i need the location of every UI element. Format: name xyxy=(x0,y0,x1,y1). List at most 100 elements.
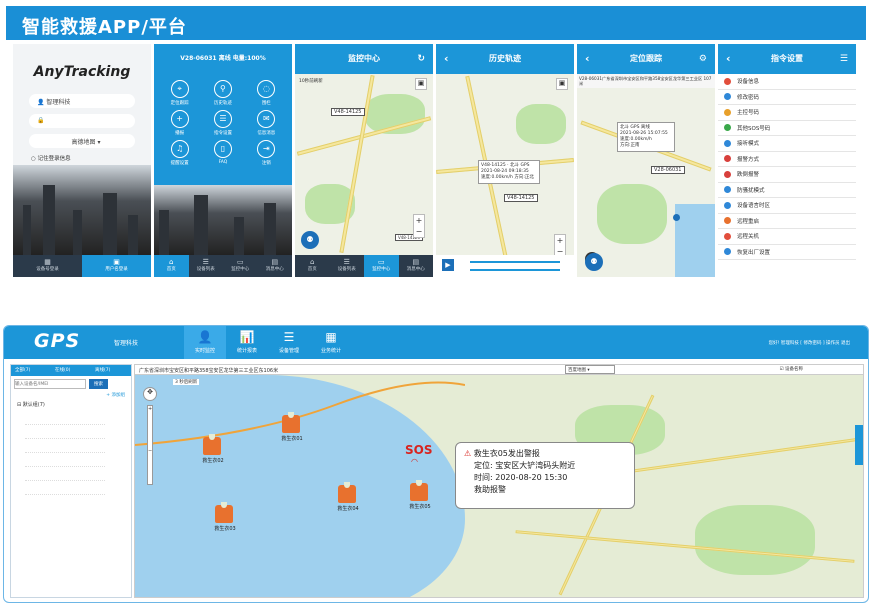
people-icon[interactable]: ⚉ xyxy=(301,231,319,249)
bottom-nav: ⌂ 首页 ☰ 设备列表 ▭ 监控中心 ▤ 消息中心 xyxy=(154,255,292,277)
tab-user-login[interactable]: ▣ 用户名登录 xyxy=(82,255,151,277)
list-item[interactable] xyxy=(25,481,105,495)
command-item[interactable]: 远程重启 xyxy=(718,213,856,229)
device-name-label: 设备名称 xyxy=(785,367,803,372)
monitor-map[interactable]: 10秒前刷新 V48-14125 V48-14125 + − ▣ ⚉ xyxy=(295,74,433,255)
command-item[interactable]: 接听模式 xyxy=(718,136,856,152)
command-item[interactable]: 远程关机 xyxy=(718,229,856,245)
back-icon[interactable]: ‹ xyxy=(444,44,449,74)
search-button[interactable]: 搜索 xyxy=(89,379,108,389)
remember-checkbox[interactable]: ○ 记住登录信息 xyxy=(31,154,133,162)
life-vest-marker-03[interactable]: 救生衣03 xyxy=(214,502,236,532)
map-select[interactable]: 高德地图 ▾ xyxy=(29,134,135,148)
tracking-map[interactable]: V28-06031广东省深圳市宝安区和平路358宝安区龙华第三工业区 107米 … xyxy=(577,74,715,277)
grid-item-fence[interactable]: ◌ 围栏 xyxy=(245,80,288,106)
tab-devices[interactable]: ☰ 设备列表 xyxy=(189,255,224,277)
phone-command-screen: ‹ 指令设置 ☰ 设备信息 修改密码 主控号码 其他SOS号码 接听模式 报警方式 跌倒报警 防骚… xyxy=(718,44,856,277)
grid-item-logout[interactable]: ⇥ 注销 xyxy=(245,140,288,166)
life-vest-marker-04[interactable]: 救生衣04 xyxy=(337,482,359,512)
command-item[interactable]: 防骚扰模式 xyxy=(718,182,856,198)
list-item[interactable] xyxy=(25,453,105,467)
tab-messages[interactable]: ▤ 消息中心 xyxy=(399,255,434,277)
username-field[interactable]: 👤 智理科技 xyxy=(29,94,135,108)
people-icon[interactable]: ⚉ xyxy=(585,253,603,271)
grid-item-faq[interactable]: ▯ FAQ xyxy=(201,140,244,166)
search-input[interactable] xyxy=(14,379,86,389)
phone-monitor-screen: 监控中心 ↻ 10秒前刷新 V48-14125 V48-14125 + − ▣ ⚉ … xyxy=(295,44,433,277)
device-marker-label[interactable]: V48-14125 xyxy=(504,194,538,202)
alert-location: 定位: 宝安区大铲湾码头附近 xyxy=(474,461,576,470)
group-node[interactable]: ⊟ 默认组(7) xyxy=(11,398,131,411)
layers-icon[interactable]: ▣ xyxy=(415,78,427,90)
list-item[interactable] xyxy=(25,467,105,481)
device-name-toggle[interactable]: ☑ 设备名称 xyxy=(780,366,803,372)
grid-item-broadcast[interactable]: + 播报 xyxy=(158,110,201,136)
life-vest-marker-01[interactable]: 救生衣01 xyxy=(281,412,303,442)
message-icon: ▤ xyxy=(412,258,420,266)
life-vest-icon xyxy=(282,412,300,433)
grid-item-track[interactable]: ⌖ 定位跟踪 xyxy=(158,80,201,106)
command-item[interactable]: 设备信息 xyxy=(718,74,856,90)
list-item[interactable] xyxy=(25,425,105,439)
nav-business-stats[interactable]: ▦ 业务统计 xyxy=(310,326,352,359)
tab-offline[interactable]: 离线(7) xyxy=(91,365,131,376)
tab-all[interactable]: 全部(7) xyxy=(11,365,51,376)
nav-realtime-monitor[interactable]: 👤 实时监控 xyxy=(184,326,226,359)
grid-item-remind[interactable]: ♫ 提醒设置 xyxy=(158,140,201,166)
command-icon xyxy=(724,155,731,163)
command-item[interactable]: 跌倒报警 xyxy=(718,167,856,183)
grid-item-command[interactable]: ☰ 指令设置 xyxy=(201,110,244,136)
list-icon[interactable]: ☰ xyxy=(840,44,848,74)
device-tree xyxy=(11,411,131,495)
app-logo: AnyTracking xyxy=(33,64,131,80)
command-item[interactable]: 主控号码 xyxy=(718,105,856,121)
history-info-box: V48-14125 · 北斗 GPS 2021-08-24 09:18:35 速… xyxy=(478,160,540,184)
progress-slider[interactable] xyxy=(470,261,560,263)
refresh-icon[interactable]: ↻ xyxy=(417,44,425,74)
command-item[interactable]: 修改密码 xyxy=(718,89,856,105)
speed-slider[interactable] xyxy=(470,269,560,271)
history-map[interactable]: V48-14125 · 北斗 GPS 2021-08-24 09:18:35 速… xyxy=(436,74,574,277)
tab-home[interactable]: ⌂ 首页 xyxy=(295,255,330,277)
sliders-icon: ☰ xyxy=(213,110,232,128)
grid-item-history[interactable]: ⚲ 历史轨迹 xyxy=(201,80,244,106)
command-item[interactable]: 设备语言时区 xyxy=(718,198,856,214)
tab-monitor[interactable]: ▭ 监控中心 xyxy=(364,255,399,277)
play-button[interactable]: ▶ xyxy=(442,259,454,271)
zoom-slider[interactable]: + − xyxy=(147,405,153,485)
list-item[interactable] xyxy=(25,411,105,425)
gps-logo: GPS xyxy=(34,330,81,352)
tab-online[interactable]: 在线(0) xyxy=(51,365,91,376)
life-vest-marker-02[interactable]: 救生衣02 xyxy=(202,434,224,464)
back-icon[interactable]: ‹ xyxy=(585,44,590,74)
command-item[interactable]: 其他SOS号码 xyxy=(718,120,856,136)
search-row: 搜索 xyxy=(11,376,131,392)
map-type-select[interactable]: 百度地图 ▾ xyxy=(565,365,615,374)
tab-device-login[interactable]: ▦ 设备号登录 xyxy=(13,255,82,277)
web-map[interactable]: 广东省深圳市宝安区和平路358宝安区龙华第三工业区东106米 百度地图 ▾ ☑ … xyxy=(134,364,864,598)
pan-control[interactable]: ✥ xyxy=(143,387,157,401)
command-item[interactable]: 报警方式 xyxy=(718,151,856,167)
back-icon[interactable]: ‹ xyxy=(726,44,731,74)
device-marker-label[interactable]: V48-14125 xyxy=(331,108,365,116)
command-item[interactable]: 恢复出厂设置 xyxy=(718,244,856,260)
tab-monitor[interactable]: ▭ 监控中心 xyxy=(223,255,258,277)
user-info[interactable]: 您好! 智理科技 [ 修改密码 ] 操作员 退出 xyxy=(769,340,850,346)
monitor-header: 监控中心 ↻ xyxy=(295,44,433,74)
grid-item-message[interactable]: ✉ 信息消息 xyxy=(245,110,288,136)
nav-device-management[interactable]: ☰ 设备管理 xyxy=(268,326,310,359)
life-vest-marker-05[interactable]: 救生衣05 xyxy=(409,480,431,510)
tab-devices[interactable]: ☰ 设备列表 xyxy=(330,255,365,277)
device-marker-label[interactable]: V28-06031 xyxy=(651,166,685,174)
settings-icon[interactable]: ⚙ xyxy=(699,44,707,74)
tab-home[interactable]: ⌂ 首页 xyxy=(154,255,189,277)
side-collapse-tab[interactable] xyxy=(855,425,863,465)
list-item[interactable] xyxy=(25,439,105,453)
tab-messages[interactable]: ▤ 消息中心 xyxy=(258,255,293,277)
zoom-control[interactable]: + − xyxy=(413,214,425,238)
layers-icon[interactable]: ▣ xyxy=(556,78,568,90)
nav-reports[interactable]: 📊 统计报表 xyxy=(226,326,268,359)
command-label: 报警方式 xyxy=(737,156,760,163)
command-label: 接听模式 xyxy=(737,141,760,148)
password-field[interactable]: 🔒 xyxy=(29,114,135,128)
